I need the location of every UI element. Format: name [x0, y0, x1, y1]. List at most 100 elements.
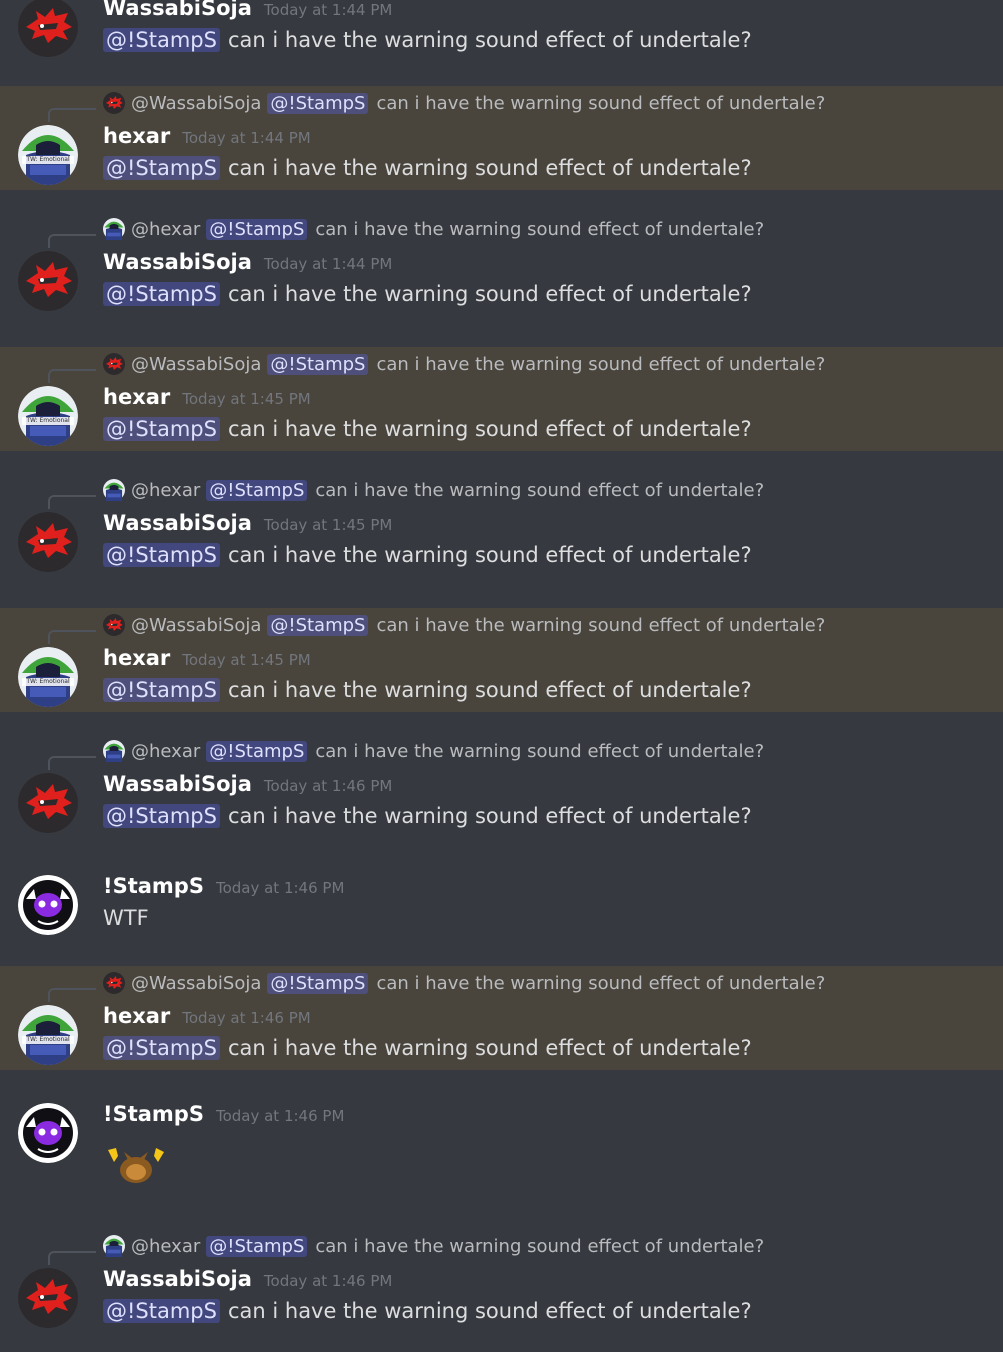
message-header: hexar Today at 1:44 PM: [103, 124, 311, 148]
wassabi-red-dragon-avatar[interactable]: [18, 1268, 78, 1328]
message-row: @WassabiSoja @!StampS can i have the warni…: [0, 966, 1003, 1070]
user-mention[interactable]: @!StampS: [103, 28, 220, 52]
wassabi-red-dragon-avatar[interactable]: [18, 0, 78, 57]
timestamp[interactable]: Today at 1:45 PM: [182, 651, 310, 669]
message-header: WassabiSoja Today at 1:46 PM: [103, 1267, 392, 1291]
hexar-avatar[interactable]: TW: Emotional: [18, 1005, 78, 1065]
hexar-avatar[interactable]: TW: Emotional: [18, 125, 78, 185]
reply-author[interactable]: @hexar: [131, 741, 200, 762]
reply-connector-line: [48, 988, 96, 1002]
reply-author[interactable]: @WassabiSoja: [131, 354, 261, 375]
hexar-avatar: [103, 1235, 125, 1257]
chat-message-list: WassabiSoja Today at 1:44 PM @!StampS can i…: [0, 0, 1003, 1352]
reply-text: can i have the warning sound effect of u…: [315, 740, 765, 762]
timestamp[interactable]: Today at 1:45 PM: [182, 390, 310, 408]
reply-author[interactable]: @hexar: [131, 1236, 200, 1257]
reply-preview[interactable]: @WassabiSoja @!StampS can i have the warni…: [103, 971, 825, 995]
timestamp[interactable]: Today at 1:46 PM: [216, 1107, 344, 1125]
username[interactable]: WassabiSoja: [103, 250, 252, 274]
reply-mention[interactable]: @!StampS: [267, 353, 369, 375]
message-text: can i have the warning sound effect of u…: [227, 1299, 752, 1323]
message-row: @hexar @!StampS can i have the warning sou…: [0, 1229, 1003, 1352]
username[interactable]: WassabiSoja: [103, 0, 252, 20]
reply-mention[interactable]: @!StampS: [206, 218, 308, 240]
user-mention[interactable]: @!StampS: [103, 282, 220, 306]
username[interactable]: !StampS: [103, 874, 204, 898]
wassabi-red-dragon-avatar[interactable]: [18, 773, 78, 833]
reply-mention[interactable]: @!StampS: [267, 614, 369, 636]
message-text: WTF: [103, 906, 149, 930]
reply-connector-line: [48, 108, 96, 122]
user-mention[interactable]: @!StampS: [103, 417, 220, 441]
message-header: hexar Today at 1:45 PM: [103, 646, 311, 670]
username[interactable]: hexar: [103, 646, 170, 670]
username[interactable]: WassabiSoja: [103, 772, 252, 796]
reply-mention[interactable]: @!StampS: [267, 972, 369, 994]
timestamp[interactable]: Today at 1:46 PM: [182, 1009, 310, 1027]
wassabi-red-dragon-avatar[interactable]: [18, 512, 78, 572]
username[interactable]: hexar: [103, 124, 170, 148]
user-mention[interactable]: @!StampS: [103, 543, 220, 567]
message-row: !StampS Today at 1:46 PM WTF: [0, 860, 1003, 960]
message-row: @hexar @!StampS can i have the warning sou…: [0, 473, 1003, 603]
user-mention[interactable]: @!StampS: [103, 678, 220, 702]
reply-mention[interactable]: @!StampS: [206, 740, 308, 762]
reply-author[interactable]: @hexar: [131, 219, 200, 240]
hexar-avatar: [103, 740, 125, 762]
stamps-purple-creature-avatar[interactable]: [18, 1103, 78, 1163]
timestamp[interactable]: Today at 1:44 PM: [264, 1, 392, 19]
reply-mention[interactable]: @!StampS: [206, 1235, 308, 1257]
user-mention[interactable]: @!StampS: [103, 804, 220, 828]
reply-connector-line: [48, 495, 96, 509]
reply-mention[interactable]: @!StampS: [206, 479, 308, 501]
reply-mention[interactable]: @!StampS: [267, 92, 369, 114]
avatar-caption: TW: Emotional: [26, 1036, 70, 1043]
user-mention[interactable]: @!StampS: [103, 1036, 220, 1060]
reply-preview[interactable]: @WassabiSoja @!StampS can i have the warni…: [103, 91, 825, 115]
user-mention[interactable]: @!StampS: [103, 1299, 220, 1323]
stamps-purple-creature-avatar[interactable]: [18, 875, 78, 935]
message-header: WassabiSoja Today at 1:44 PM: [103, 0, 392, 20]
username[interactable]: hexar: [103, 1004, 170, 1028]
message-row: @WassabiSoja @!StampS can i have the warni…: [0, 347, 1003, 451]
timestamp[interactable]: Today at 1:46 PM: [264, 777, 392, 795]
reply-preview[interactable]: @hexar @!StampS can i have the warning sou…: [103, 217, 764, 241]
reply-author[interactable]: @hexar: [131, 480, 200, 501]
timestamp[interactable]: Today at 1:44 PM: [182, 129, 310, 147]
message-content: @!StampS can i have the warning sound eff…: [103, 678, 752, 702]
reply-connector-line: [48, 756, 96, 770]
message-row: @hexar @!StampS can i have the warning sou…: [0, 734, 1003, 854]
message-text: can i have the warning sound effect of u…: [227, 678, 752, 702]
message-content: WTF: [103, 906, 149, 930]
hexar-avatar: [103, 479, 125, 501]
reply-text: can i have the warning sound effect of u…: [376, 92, 826, 114]
reply-preview[interactable]: @WassabiSoja @!StampS can i have the warni…: [103, 613, 825, 637]
reply-preview[interactable]: @hexar @!StampS can i have the warning sou…: [103, 1234, 764, 1258]
message-text: can i have the warning sound effect of u…: [227, 282, 752, 306]
timestamp[interactable]: Today at 1:46 PM: [264, 1272, 392, 1290]
raised-hands-creature-emoji[interactable]: [104, 1144, 168, 1184]
timestamp[interactable]: Today at 1:45 PM: [264, 516, 392, 534]
reply-preview[interactable]: @WassabiSoja @!StampS can i have the warni…: [103, 352, 825, 376]
reply-text: can i have the warning sound effect of u…: [315, 479, 765, 501]
wassabi-red-dragon-avatar[interactable]: [18, 251, 78, 311]
username[interactable]: WassabiSoja: [103, 511, 252, 535]
timestamp[interactable]: Today at 1:46 PM: [216, 879, 344, 897]
hexar-avatar[interactable]: TW: Emotional: [18, 647, 78, 707]
reply-connector-line: [48, 234, 96, 248]
reply-text: can i have the warning sound effect of u…: [376, 353, 826, 375]
reply-preview[interactable]: @hexar @!StampS can i have the warning sou…: [103, 739, 764, 763]
message-header: !StampS Today at 1:46 PM: [103, 874, 344, 898]
reply-author[interactable]: @WassabiSoja: [131, 93, 261, 114]
username[interactable]: !StampS: [103, 1102, 204, 1126]
timestamp[interactable]: Today at 1:44 PM: [264, 255, 392, 273]
message-text: can i have the warning sound effect of u…: [227, 156, 752, 180]
reply-preview[interactable]: @hexar @!StampS can i have the warning sou…: [103, 478, 764, 502]
username[interactable]: hexar: [103, 385, 170, 409]
username[interactable]: WassabiSoja: [103, 1267, 252, 1291]
wassabi-red-dragon-avatar: [103, 614, 125, 636]
hexar-avatar[interactable]: TW: Emotional: [18, 386, 78, 446]
reply-author[interactable]: @WassabiSoja: [131, 973, 261, 994]
user-mention[interactable]: @!StampS: [103, 156, 220, 180]
reply-author[interactable]: @WassabiSoja: [131, 615, 261, 636]
